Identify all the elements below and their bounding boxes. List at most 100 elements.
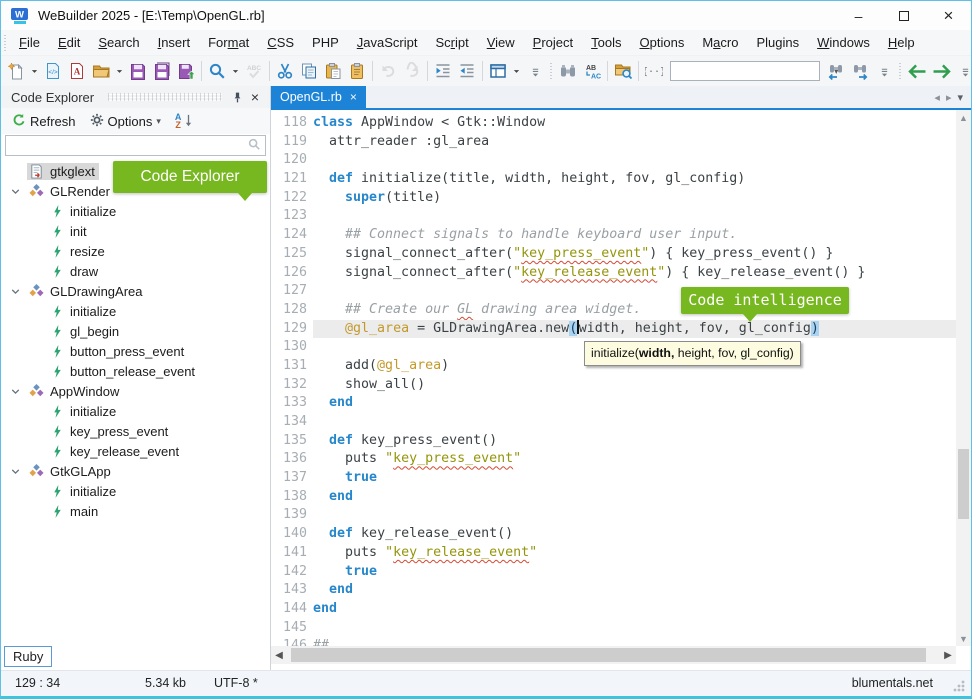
- line-number[interactable]: 119: [271, 133, 313, 152]
- tree-item-draw[interactable]: draw: [1, 261, 270, 281]
- horizontal-scroll-thumb[interactable]: [291, 648, 926, 662]
- tree-item-gl_begin[interactable]: gl_begin: [1, 321, 270, 341]
- panel-close-icon[interactable]: ×: [246, 88, 264, 106]
- horizontal-scrollbar[interactable]: ◀ ▶: [271, 646, 956, 664]
- menu-file[interactable]: File: [10, 31, 49, 54]
- line-number[interactable]: 121: [271, 170, 313, 189]
- line-number[interactable]: 142: [271, 563, 313, 582]
- minimize-button[interactable]: –: [836, 1, 881, 30]
- open-code-document-button[interactable]: </>: [42, 59, 64, 83]
- open-folder-dropdown-button[interactable]: [114, 59, 125, 83]
- code-line[interactable]: 137 true: [271, 469, 956, 488]
- code-line[interactable]: 124 ## Connect signals to handle keyboar…: [271, 226, 956, 245]
- code-line[interactable]: 135 def key_press_event(): [271, 432, 956, 451]
- navigate-back-button[interactable]: [906, 59, 928, 83]
- save-all-button[interactable]: [151, 59, 173, 83]
- line-number[interactable]: 146: [271, 637, 313, 646]
- scroll-right-icon[interactable]: ▶: [940, 646, 956, 664]
- tab-close-icon[interactable]: ×: [350, 91, 357, 103]
- tree-item-button_press_event[interactable]: button_press_event: [1, 341, 270, 361]
- chevron-down-icon[interactable]: [9, 465, 27, 478]
- new-file-button[interactable]: [5, 59, 27, 83]
- save-button[interactable]: [127, 59, 149, 83]
- menu-insert[interactable]: Insert: [149, 31, 200, 54]
- menubar-grip[interactable]: [2, 34, 9, 51]
- search-button[interactable]: [206, 59, 228, 83]
- line-number[interactable]: 136: [271, 450, 313, 469]
- menu-view[interactable]: View: [478, 31, 524, 54]
- toolbar-overflow-button[interactable]: [954, 59, 972, 83]
- toolbar-overflow-button[interactable]: [873, 59, 895, 83]
- menu-javascript[interactable]: JavaScript: [348, 31, 427, 54]
- menu-edit[interactable]: Edit: [49, 31, 89, 54]
- panel-drag-grip[interactable]: [108, 93, 222, 101]
- code-line[interactable]: 125 signal_connect_after("key_press_even…: [271, 245, 956, 264]
- code-line[interactable]: 136 puts "key_press_event": [271, 450, 956, 469]
- menu-macro[interactable]: Macro: [693, 31, 747, 54]
- menu-tools[interactable]: Tools: [582, 31, 630, 54]
- code-editor[interactable]: Code intelligence initialize(width, heig…: [271, 110, 956, 646]
- vertical-scroll-thumb[interactable]: [958, 449, 969, 519]
- refresh-button[interactable]: Refresh: [7, 110, 81, 133]
- replace-button[interactable]: ABAC: [581, 59, 603, 83]
- line-number[interactable]: 135: [271, 432, 313, 451]
- code-line[interactable]: 128 ## Create our GL drawing area widget…: [271, 301, 956, 320]
- find-previous-button[interactable]: [849, 59, 871, 83]
- line-number[interactable]: 134: [271, 413, 313, 432]
- code-line[interactable]: 121 def initialize(title, width, height,…: [271, 170, 956, 189]
- tree-item-GtkGLApp[interactable]: GtkGLApp: [1, 461, 270, 481]
- tree-item-initialize[interactable]: initialize: [1, 201, 270, 221]
- cut-button[interactable]: [274, 59, 296, 83]
- outdent-button[interactable]: [456, 59, 478, 83]
- copy-button[interactable]: [298, 59, 320, 83]
- code-line[interactable]: 145: [271, 619, 956, 638]
- panel-layout-dropdown-button[interactable]: [511, 59, 522, 83]
- toolbar-grip[interactable]: [548, 63, 555, 79]
- code-line[interactable]: 118class AppWindow < Gtk::Window: [271, 114, 956, 133]
- tab-scroll-right-icon[interactable]: ▸: [946, 91, 952, 104]
- menu-project[interactable]: Project: [524, 31, 582, 54]
- redo-button[interactable]: [401, 59, 423, 83]
- tab-list-dropdown-icon[interactable]: ▾: [957, 91, 963, 104]
- panel-layout-button[interactable]: [487, 59, 509, 83]
- line-number[interactable]: 118: [271, 114, 313, 133]
- line-number[interactable]: 139: [271, 506, 313, 525]
- code-line[interactable]: 126 signal_connect_after("key_release_ev…: [271, 264, 956, 283]
- scroll-up-icon[interactable]: ▲: [956, 110, 971, 125]
- line-number[interactable]: 140: [271, 525, 313, 544]
- code-line[interactable]: 120: [271, 151, 956, 170]
- tree-item-AppWindow[interactable]: AppWindow: [1, 381, 270, 401]
- navigate-forward-button[interactable]: [930, 59, 952, 83]
- undo-button[interactable]: [377, 59, 399, 83]
- line-number[interactable]: 145: [271, 619, 313, 638]
- resize-grip[interactable]: [953, 680, 965, 692]
- line-number[interactable]: 125: [271, 245, 313, 264]
- tab-opengl-rb[interactable]: OpenGL.rb ×: [271, 86, 366, 108]
- pin-icon[interactable]: [228, 88, 246, 106]
- line-number[interactable]: 144: [271, 600, 313, 619]
- code-line[interactable]: 140 def key_release_event(): [271, 525, 956, 544]
- code-snippet-button[interactable]: {··}: [643, 59, 665, 83]
- line-number[interactable]: 129: [271, 320, 313, 339]
- tree-item-GLDrawingArea[interactable]: GLDrawingArea: [1, 281, 270, 301]
- vertical-scrollbar[interactable]: ▲ ▼: [956, 110, 971, 646]
- clipboard-button[interactable]: [346, 59, 368, 83]
- tree-item-key_press_event[interactable]: key_press_event: [1, 421, 270, 441]
- line-number[interactable]: 127: [271, 282, 313, 301]
- open-folder-button[interactable]: [90, 59, 112, 83]
- find-button[interactable]: [557, 59, 579, 83]
- code-line[interactable]: 123: [271, 207, 956, 226]
- tree-item-resize[interactable]: resize: [1, 241, 270, 261]
- tree-item-key_release_event[interactable]: key_release_event: [1, 441, 270, 461]
- line-number[interactable]: 137: [271, 469, 313, 488]
- explorer-search-input[interactable]: [6, 139, 243, 153]
- menu-plugins[interactable]: Plugins: [747, 31, 808, 54]
- find-in-files-button[interactable]: [612, 59, 634, 83]
- menu-css[interactable]: CSS: [258, 31, 303, 54]
- code-line[interactable]: 122 super(title): [271, 189, 956, 208]
- menu-search[interactable]: Search: [89, 31, 148, 54]
- code-line[interactable]: 139: [271, 506, 956, 525]
- toolbar-search-input[interactable]: [671, 63, 834, 79]
- line-number[interactable]: 130: [271, 338, 313, 357]
- toolbar-grip[interactable]: [897, 63, 904, 79]
